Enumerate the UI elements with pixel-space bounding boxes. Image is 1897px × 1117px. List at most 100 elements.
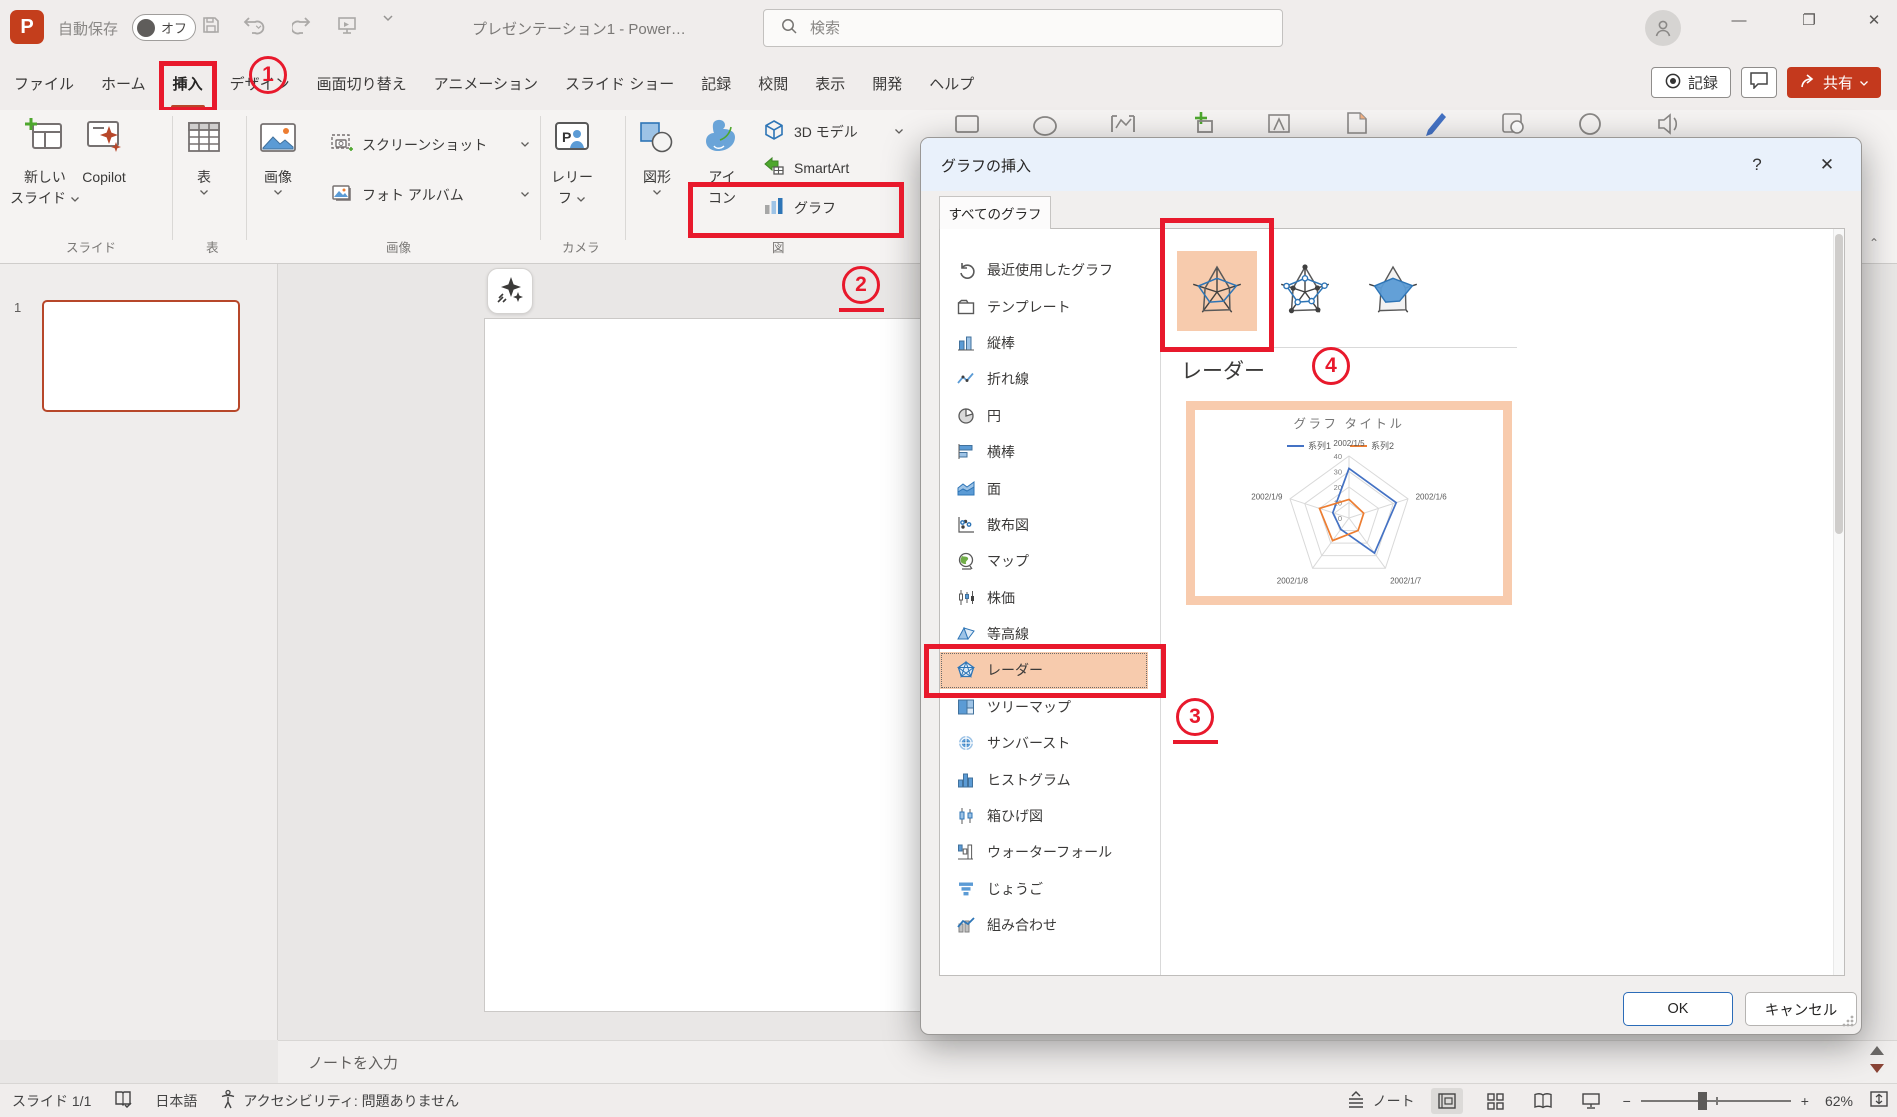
chart-type-map[interactable]: マップ	[940, 543, 1148, 579]
language-indicator[interactable]: 日本語	[155, 1091, 197, 1111]
accessibility-status[interactable]: アクセシビリティ: 問題ありません	[219, 1089, 459, 1112]
chart-type-combo[interactable]: 組み合わせ	[940, 907, 1148, 943]
tab-ホーム[interactable]: ホーム	[101, 71, 146, 96]
chart-type-treemap[interactable]: ツリーマップ	[940, 689, 1148, 725]
table-button[interactable]: 表	[182, 116, 226, 196]
tab-ファイル[interactable]: ファイル	[14, 71, 74, 96]
dialog-close-button[interactable]: ✕	[1809, 147, 1845, 183]
svg-text:系列2: 系列2	[1371, 440, 1394, 451]
notes-toggle-button[interactable]: ノート	[1345, 1090, 1415, 1111]
chart-type-line[interactable]: 折れ線	[940, 361, 1148, 397]
tab-開発[interactable]: 開発	[872, 71, 902, 96]
tab-校閲[interactable]: 校閲	[758, 71, 788, 96]
tab-スライド ショー[interactable]: スライド ショー	[565, 71, 674, 96]
minimize-button[interactable]: —	[1716, 0, 1762, 40]
previous-slide-arrow-icon[interactable]	[1870, 1046, 1884, 1055]
list-scrollbar[interactable]	[1833, 229, 1844, 975]
all-charts-tab[interactable]: すべてのグラフ	[939, 196, 1051, 229]
tab-記録[interactable]: 記録	[701, 71, 731, 96]
chart-type-column[interactable]: 縦棒	[940, 325, 1148, 361]
designer-sparkle-button[interactable]	[487, 268, 533, 314]
tab-挿入[interactable]: 挿入	[173, 71, 203, 96]
tab-画面切り替え[interactable]: 画面切り替え	[317, 71, 407, 96]
svg-text:系列1: 系列1	[1308, 440, 1331, 451]
redo-icon[interactable]	[292, 14, 314, 36]
share-button[interactable]: 共有	[1787, 67, 1881, 98]
chart-type-recent[interactable]: 最近使用したグラフ	[940, 252, 1148, 288]
undo-icon[interactable]	[240, 14, 270, 36]
resize-grip-icon[interactable]	[1841, 1014, 1855, 1028]
bar-chart-icon	[956, 442, 976, 462]
zoom-level[interactable]: 62%	[1825, 1093, 1853, 1109]
next-slide-arrow-icon[interactable]	[1870, 1064, 1884, 1073]
subtype-radar-filled-icon[interactable]	[1353, 251, 1433, 331]
cameo-button[interactable]: P レリー フ	[550, 116, 594, 207]
chart-type-surface[interactable]: 等高線	[940, 616, 1148, 652]
chart-type-funnel[interactable]: じょうご	[940, 871, 1148, 907]
picture-icon	[256, 116, 300, 165]
tab-アニメーション[interactable]: アニメーション	[434, 71, 538, 96]
qat-customize-chevron-icon[interactable]	[382, 14, 394, 22]
zoom-slider-thumb[interactable]	[1698, 1092, 1707, 1110]
spellcheck-book-icon[interactable]	[113, 1090, 133, 1111]
dialog-help-button[interactable]: ?	[1739, 147, 1775, 183]
group-label-illustrations: 図	[772, 237, 785, 256]
ok-button[interactable]: OK	[1623, 992, 1733, 1026]
zoom-in-icon[interactable]: +	[1801, 1093, 1809, 1109]
icons-button[interactable]: アイ コン	[700, 116, 744, 207]
chart-type-pie[interactable]: 円	[940, 398, 1148, 434]
shapes-button[interactable]: 図形	[635, 116, 679, 196]
reading-view-button[interactable]	[1527, 1088, 1559, 1114]
copilot-button[interactable]: Copilot	[82, 116, 126, 186]
account-avatar[interactable]	[1645, 10, 1681, 46]
zoom-out-icon[interactable]: −	[1623, 1093, 1631, 1109]
new-slide-button[interactable]: 新しい スライド	[10, 116, 80, 207]
zoom-slider[interactable]: − +	[1623, 1093, 1809, 1109]
normal-view-button[interactable]	[1431, 1088, 1463, 1114]
restore-button[interactable]: ❐	[1786, 0, 1832, 40]
powerpoint-logo-icon[interactable]: P	[10, 10, 44, 44]
chevron-down-icon	[199, 189, 209, 196]
screenshot-button[interactable]: スクリーンショット	[330, 132, 530, 157]
slide-sorter-view-button[interactable]	[1479, 1088, 1511, 1114]
fit-to-window-icon[interactable]	[1869, 1090, 1889, 1111]
record-button[interactable]: 記録	[1651, 67, 1731, 98]
chart-type-histogram[interactable]: ヒストグラム	[940, 761, 1148, 797]
subtype-radar-markers-icon[interactable]	[1265, 251, 1345, 331]
photo-album-button[interactable]: フォト アルバム	[330, 182, 530, 207]
chart-type-area[interactable]: 面	[940, 470, 1148, 506]
autosave-toggle[interactable]: オフ	[132, 14, 196, 41]
line-chart-icon	[956, 369, 976, 389]
chart-type-sunburst[interactable]: サンバースト	[940, 725, 1148, 761]
tab-ヘルプ[interactable]: ヘルプ	[929, 71, 974, 96]
chart-preview-card[interactable]: グラフ タイトル系列1系列20102030402002/1/52002/1/62…	[1186, 401, 1512, 605]
picture-button[interactable]: 画像	[256, 116, 300, 196]
chart-type-template[interactable]: テンプレート	[940, 288, 1148, 324]
step-2-marker: 2	[842, 266, 880, 304]
3d-model-button[interactable]: 3D モデル	[762, 118, 904, 145]
chart-type-stock[interactable]: 株価	[940, 580, 1148, 616]
slide-thumbnail[interactable]	[42, 300, 240, 412]
chart-type-waterfall[interactable]: ウォーターフォール	[940, 834, 1148, 870]
subtype-radar-basic-icon[interactable]	[1177, 251, 1257, 331]
save-icon[interactable]	[200, 14, 222, 36]
tab-表示[interactable]: 表示	[815, 71, 845, 96]
chart-type-bar[interactable]: 横棒	[940, 434, 1148, 470]
search-input[interactable]	[808, 19, 1228, 38]
close-button[interactable]: ✕	[1851, 0, 1897, 40]
slideshow-view-button[interactable]	[1575, 1088, 1607, 1114]
slideshow-from-start-icon[interactable]	[336, 14, 358, 36]
chevron-down-icon	[70, 196, 80, 203]
chart-type-radar[interactable]: レーダー	[940, 652, 1148, 688]
notes-lines-icon	[1345, 1090, 1367, 1111]
step-3-marker: 3	[1176, 698, 1214, 736]
collapse-ribbon-chevron-icon[interactable]: ⌃	[1869, 236, 1879, 250]
scrollbar-thumb[interactable]	[1835, 234, 1843, 534]
comments-button[interactable]	[1741, 67, 1777, 98]
notes-pane[interactable]: ノートを入力	[278, 1040, 1897, 1083]
chart-type-scatter[interactable]: 散布図	[940, 507, 1148, 543]
smartart-button[interactable]: SmartArt	[762, 155, 904, 180]
chart-type-boxwhisker[interactable]: 箱ひげ図	[940, 798, 1148, 834]
chart-button[interactable]: グラフ	[762, 194, 904, 221]
search-bar[interactable]	[763, 9, 1283, 47]
